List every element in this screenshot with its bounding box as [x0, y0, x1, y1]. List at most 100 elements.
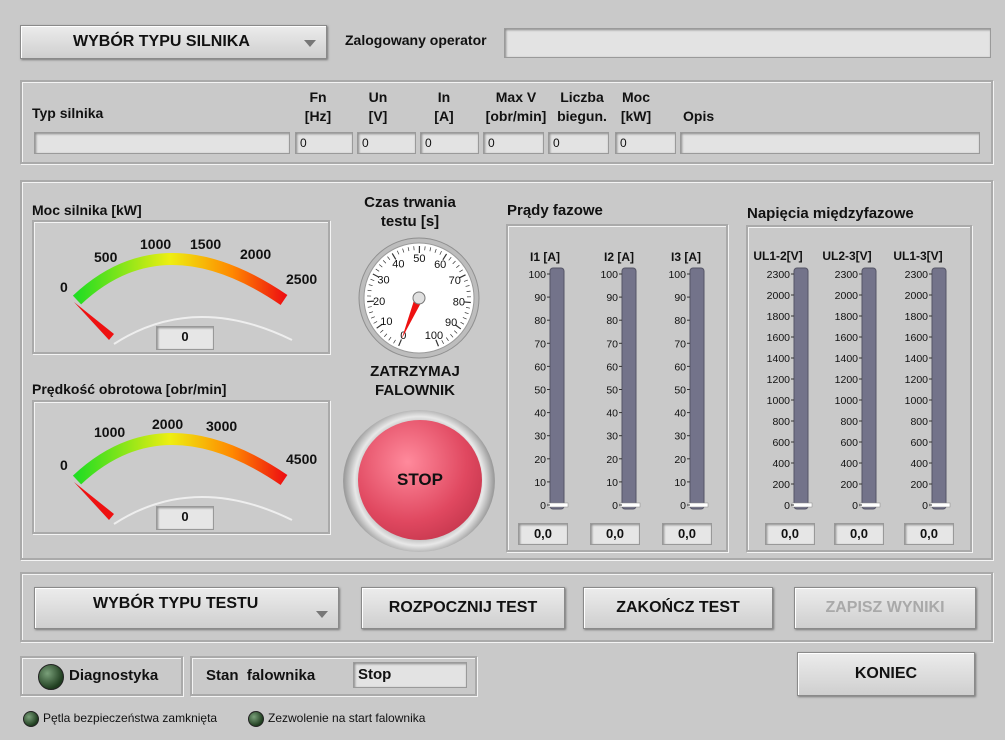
- start-test-button[interactable]: ROZPOCZNIJ TEST: [361, 587, 565, 629]
- channel-scale-label: 1600: [767, 332, 791, 344]
- timer-tick-label: 0: [400, 330, 406, 342]
- channel-scale-label: 100: [528, 269, 546, 281]
- voltages-bars: UL1-2[V]23002000180016001400120010008006…: [753, 249, 951, 512]
- channel-scale-label: 800: [840, 416, 858, 428]
- voltage-ul23-value: 0,0: [834, 523, 884, 545]
- current-i3-value: 0,0: [662, 523, 712, 545]
- currents-bars: I1 [A]1009080706050403020100I2 [A]100908…: [528, 250, 709, 512]
- channel-scale-label: 50: [534, 385, 546, 397]
- channel-scale-label: 400: [840, 458, 858, 470]
- currents-title: Prądy fazowe: [507, 202, 603, 219]
- speed-gauge-arc: [72, 433, 288, 485]
- speed-gauge: 0 1000 2000 3000 4500 0: [32, 400, 330, 534]
- channel-title: I2 [A]: [604, 250, 634, 264]
- un-header: Un [V]: [368, 89, 388, 124]
- poles-header: Liczba biegun.: [557, 89, 607, 124]
- channel-scale-label: 10: [534, 477, 546, 489]
- channel-scale-label: 2300: [835, 269, 859, 281]
- channel-scale-label: 1000: [835, 395, 859, 407]
- channel-scale-label: 600: [840, 437, 858, 449]
- in-field[interactable]: 0: [420, 132, 479, 154]
- maxv-field[interactable]: 0: [483, 132, 544, 154]
- inverter-state-field: Stop: [353, 662, 467, 688]
- motor-type-dropdown[interactable]: WYBÓR TYPU SILNIKA: [20, 25, 327, 59]
- channel-track: [621, 267, 637, 510]
- channel-scale-label: 1200: [835, 374, 859, 386]
- start-permit-label: Zezwolenie na start falownika: [268, 711, 426, 725]
- timer-tick-label: 30: [377, 275, 389, 287]
- speed-gauge-tick-1000: 1000: [94, 424, 125, 440]
- channel-track: [689, 267, 705, 510]
- test-type-dropdown-label: WYBÓR TYPU TESTU: [93, 595, 259, 612]
- power-field[interactable]: 0: [615, 132, 676, 154]
- channel-scale-label: 90: [606, 292, 618, 304]
- channel-scale-label: 1400: [767, 353, 791, 365]
- save-results-button[interactable]: ZAPISZ WYNIKI: [794, 587, 976, 629]
- channel-title: I3 [A]: [671, 250, 701, 264]
- channel-scale-label: 30: [674, 431, 686, 443]
- description-field[interactable]: [680, 132, 980, 154]
- channel-scale-label: 20: [534, 454, 546, 466]
- finish-test-button[interactable]: ZAKOŃCZ TEST: [583, 587, 773, 629]
- timer-tick-label: 10: [380, 316, 392, 328]
- current-i2-value: 0,0: [590, 523, 640, 545]
- speed-gauge-tick-2000: 2000: [152, 416, 183, 432]
- channel-scale-label: 80: [534, 315, 546, 327]
- motor-type-field[interactable]: [34, 132, 290, 154]
- channel-scale-label: 90: [534, 292, 546, 304]
- channel-scale-label: 0: [922, 500, 928, 512]
- channel-scale-label: 1600: [905, 332, 929, 344]
- channel-scale-label: 50: [674, 385, 686, 397]
- poles-field[interactable]: 0: [548, 132, 609, 154]
- channel-scale-label: 800: [772, 416, 790, 428]
- un-field[interactable]: 0: [357, 132, 416, 154]
- channel-scale-label: 0: [852, 500, 858, 512]
- channel-title: UL2-3[V]: [822, 249, 871, 263]
- motor-type-label: Typ silnika: [32, 105, 104, 121]
- channel-scale-label: 40: [674, 408, 686, 420]
- channel-scale-label: 1800: [767, 311, 791, 323]
- stop-button-label: STOP: [397, 470, 443, 489]
- operator-label: Zalogowany operator: [345, 32, 487, 48]
- channel-scale-label: 10: [606, 477, 618, 489]
- power-gauge-tick-2000: 2000: [240, 246, 271, 262]
- channel-title: UL1-3[V]: [893, 249, 942, 263]
- fn-field[interactable]: 0: [295, 132, 353, 154]
- channel-scale-label: 800: [910, 416, 928, 428]
- start-permit-led-icon: [248, 711, 264, 727]
- channel-pointer: [859, 502, 881, 508]
- voltage-ul12-value: 0,0: [765, 523, 815, 545]
- channel-pointer: [619, 502, 641, 508]
- timer-tick-label: 80: [453, 296, 465, 308]
- channel-scale-label: 60: [674, 361, 686, 373]
- channel-scale-label: 1000: [905, 395, 929, 407]
- channel-scale-label: 10: [674, 477, 686, 489]
- current-i1-value: 0,0: [518, 523, 568, 545]
- power-gauge-needle: [74, 302, 114, 340]
- channel-scale-label: 60: [534, 361, 546, 373]
- channel-track: [549, 267, 565, 510]
- channel-scale-label: 1800: [835, 311, 859, 323]
- stop-button[interactable]: STOP: [358, 420, 482, 540]
- channel-scale-label: 1000: [767, 395, 791, 407]
- test-type-dropdown[interactable]: WYBÓR TYPU TESTU: [34, 587, 339, 629]
- channel-scale-label: 40: [606, 408, 618, 420]
- operator-field[interactable]: [504, 28, 991, 58]
- test-timer-dial: 0 10 20 3040 50 6070 80 90100: [358, 237, 480, 359]
- speed-gauge-tick-0: 0: [60, 457, 68, 473]
- maxv-header: Max V [obr/min]: [485, 89, 547, 124]
- channel-scale-label: 200: [840, 479, 858, 491]
- channel-scale-label: 1400: [905, 353, 929, 365]
- channel-scale-label: 20: [606, 454, 618, 466]
- channel-scale-label: 0: [540, 500, 546, 512]
- channel-scale-label: 50: [606, 385, 618, 397]
- channel-scale-label: 0: [784, 500, 790, 512]
- speed-gauge-tick-3000: 3000: [206, 418, 237, 434]
- description-label: Opis: [683, 108, 715, 124]
- stop-label: ZATRZYMAJ FALOWNIK: [370, 363, 460, 399]
- channel-scale-label: 70: [534, 338, 546, 350]
- channel-scale-label: 200: [772, 479, 790, 491]
- exit-button[interactable]: KONIEC: [797, 652, 975, 696]
- power-header: Moc [kW]: [620, 89, 652, 124]
- timer-tick-label: 100: [425, 330, 443, 342]
